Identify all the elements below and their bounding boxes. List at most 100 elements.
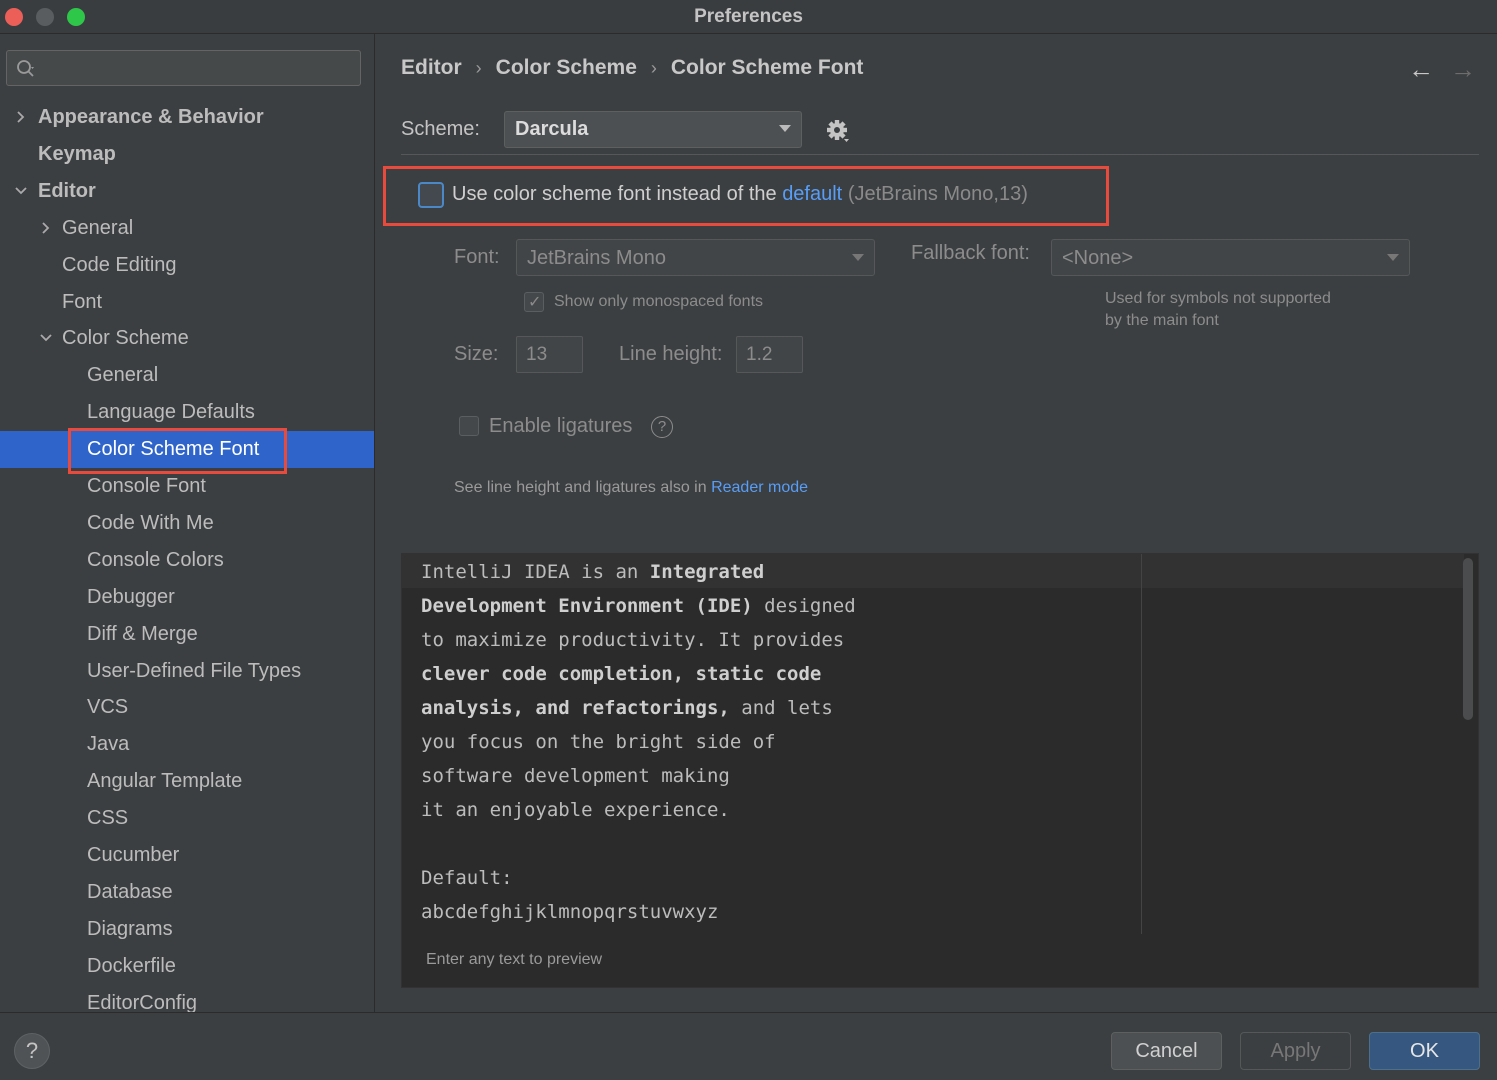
sidebar-item-console-colors[interactable]: Console Colors (0, 542, 374, 579)
divider (401, 154, 1479, 155)
sidebar-item-label: EditorConfig (87, 991, 198, 1012)
sidebar-item-css[interactable]: CSS (0, 800, 374, 837)
sidebar-item-font[interactable]: Font (0, 284, 374, 321)
sidebar-item-general[interactable]: General (0, 357, 374, 394)
gear-icon[interactable] (826, 118, 850, 144)
line-height-input[interactable]: 1.2 (736, 336, 803, 373)
breadcrumb-color-scheme[interactable]: Color Scheme (496, 56, 637, 80)
sidebar-item-java[interactable]: Java (0, 726, 374, 763)
sidebar-item-vcs[interactable]: VCS (0, 689, 374, 726)
preview-line: to maximize productivity. It provides (421, 626, 856, 660)
default-font-hint: (JetBrains Mono,13) (847, 183, 1028, 205)
sidebar-item-code-editing[interactable]: Code Editing (0, 247, 374, 284)
sidebar-item-label: Code With Me (87, 511, 214, 534)
forward-arrow-icon[interactable]: → (1450, 54, 1476, 85)
preview-segment: abcdefghijklmnopqrstuvwxyz (421, 901, 719, 923)
font-dropdown[interactable]: JetBrains Mono (516, 239, 875, 276)
preview-segment: and lets (729, 697, 833, 719)
preview-line: it an enjoyable experience. (421, 796, 856, 830)
settings-sidebar: Appearance & Behavior Keymap Editor General… (0, 34, 375, 1012)
chevron-down-icon[interactable] (14, 173, 28, 211)
fallback-font-dropdown[interactable]: <None> (1051, 239, 1410, 276)
sidebar-item-code-with-me[interactable]: Code With Me (0, 505, 374, 542)
chevron-down-icon[interactable] (39, 320, 53, 358)
sidebar-item-color-scheme[interactable]: Color Scheme (0, 320, 374, 358)
size-input-value: 13 (526, 344, 548, 365)
sidebar-item-console-font[interactable]: Console Font (0, 468, 374, 505)
use-scheme-font-highlight-box: Use color scheme font instead of the def… (383, 166, 1109, 226)
scheme-dropdown-value: Darcula (515, 118, 589, 140)
sidebar-item-label: Debugger (87, 585, 175, 608)
fallback-hint-line1: Used for symbols not supported (1105, 290, 1331, 307)
sidebar-item-label: Editor (38, 179, 96, 202)
sidebar-item-label: Angular Template (87, 770, 243, 793)
default-font-link[interactable]: default (782, 183, 842, 205)
breadcrumb-editor[interactable]: Editor (401, 56, 462, 80)
size-input[interactable]: 13 (516, 336, 583, 373)
preview-line: abcdefghijklmnopqrstuvwxyz (421, 898, 856, 932)
preview-line: analysis, and refactorings, and lets (421, 694, 856, 728)
preview-scrollbar[interactable] (1463, 558, 1473, 720)
sidebar-item-diff-merge[interactable]: Diff & Merge (0, 616, 374, 653)
dropdown-arrow-icon (779, 125, 791, 132)
line-height-input-value: 1.2 (746, 344, 773, 365)
sidebar-item-cucumber[interactable]: Cucumber (0, 837, 374, 874)
sidebar-item-label: Color Scheme Font (87, 438, 260, 461)
sidebar-item-debugger[interactable]: Debugger (0, 579, 374, 616)
preview-line: Default: (421, 864, 856, 898)
sidebar-item-label: Dockerfile (87, 954, 176, 977)
sidebar-item-label: Diagrams (87, 917, 173, 940)
monospaced-only-checkbox[interactable]: ✓ (524, 292, 544, 312)
search-icon (17, 60, 34, 77)
preview-line: you focus on the bright side of (421, 728, 856, 762)
chevron-right-icon[interactable] (39, 210, 53, 248)
settings-search-input[interactable] (45, 55, 350, 81)
sidebar-item-diagrams[interactable]: Diagrams (0, 911, 374, 948)
sidebar-item-label: Appearance & Behavior (38, 106, 264, 128)
preview-segment: it an enjoyable experience. (421, 799, 730, 821)
preview-line: Development Environment (IDE) designed (421, 592, 856, 626)
sidebar-item-label: General (87, 364, 159, 387)
sidebar-item-database[interactable]: Database (0, 874, 374, 911)
font-label: Font: (454, 246, 500, 268)
breadcrumb: Editor › Color Scheme › Color Scheme Font (401, 56, 863, 80)
sidebar-item-language-defaults[interactable]: Language Defaults (0, 394, 374, 431)
sidebar-item-dockerfile[interactable]: Dockerfile (0, 948, 374, 985)
use-scheme-font-checkbox[interactable] (418, 182, 444, 208)
back-arrow-icon[interactable]: ← (1408, 54, 1434, 85)
dropdown-arrow-icon (852, 254, 864, 261)
sidebar-item-label: Console Font (87, 475, 206, 497)
see-also-label: See line height and ligatures also in (454, 479, 707, 496)
preview-text[interactable]: IntelliJ IDEA is an Integrated Developmen… (421, 558, 856, 932)
enable-ligatures-checkbox[interactable] (459, 416, 479, 436)
preview-hint: Enter any text to preview (426, 951, 603, 968)
scheme-dropdown[interactable]: Darcula (504, 111, 802, 148)
preview-line: IntelliJ IDEA is an Integrated (421, 558, 856, 592)
sidebar-item-label: User-Defined File Types (87, 659, 302, 682)
help-icon[interactable]: ? (651, 416, 673, 438)
monospaced-only-label: Show only monospaced fonts (554, 293, 764, 310)
settings-search-box[interactable] (6, 50, 361, 86)
sidebar-item-angular-template[interactable]: Angular Template (0, 763, 374, 800)
font-preview-editor[interactable]: IntelliJ IDEA is an Integrated Developmen… (401, 553, 1479, 988)
preview-segment: Development Environment (IDE) (421, 595, 753, 617)
apply-button[interactable]: Apply (1240, 1032, 1351, 1070)
chevron-right-icon[interactable] (14, 99, 28, 137)
help-button[interactable]: ? (14, 1033, 50, 1069)
sidebar-item-editor[interactable]: Editor (0, 173, 374, 211)
sidebar-item-editorconfig[interactable]: EditorConfig (0, 985, 374, 1012)
breadcrumb-separator: › (650, 58, 657, 78)
sidebar-item-appearance-behavior[interactable]: Appearance & Behavior (0, 99, 374, 137)
window-title: Preferences (694, 6, 803, 27)
sidebar-item-keymap[interactable]: Keymap (0, 136, 374, 173)
ok-button[interactable]: OK (1369, 1032, 1480, 1070)
sidebar-item-label: Keymap (38, 142, 116, 165)
reader-mode-link[interactable]: Reader mode (711, 479, 808, 496)
sidebar-item-label: VCS (87, 696, 129, 719)
fallback-hint-line2: by the main font (1105, 312, 1219, 329)
sidebar-item-color-scheme-font[interactable]: Color Scheme Font (0, 431, 374, 469)
sidebar-item-general[interactable]: General (0, 210, 374, 248)
cancel-button[interactable]: Cancel (1111, 1032, 1222, 1070)
dropdown-arrow-icon (1387, 254, 1399, 261)
sidebar-item-user-defined-file-types[interactable]: User-Defined File Types (0, 653, 374, 690)
